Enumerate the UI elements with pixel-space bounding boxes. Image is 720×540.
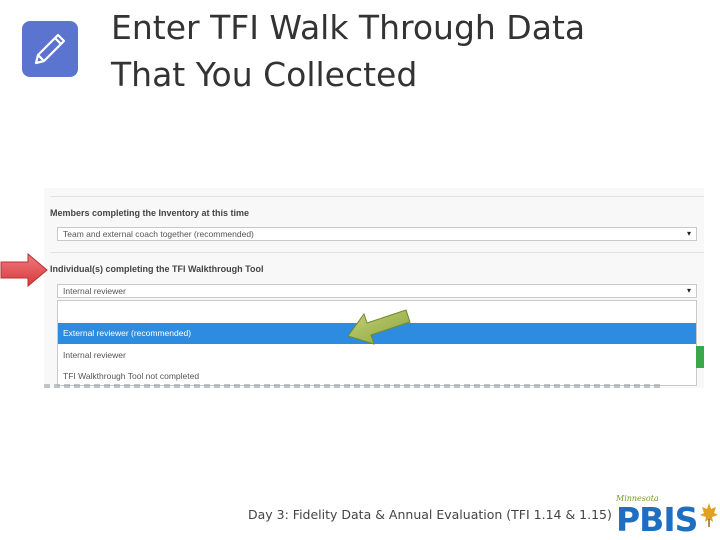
option-internal-reviewer[interactable]: Internal reviewer: [58, 345, 696, 366]
green-arrow-icon: [347, 309, 411, 345]
logo-word: PBIS: [616, 500, 698, 539]
slide-title-line-2: That You Collected: [111, 55, 418, 94]
maple-leaf-icon: [700, 503, 718, 527]
slide-title: Enter TFI Walk Through Data That You Col…: [111, 4, 701, 98]
individual-label: Individual(s) completing the TFI Walkthr…: [50, 264, 264, 274]
members-label: Members completing the Inventory at this…: [50, 208, 250, 218]
red-arrow-icon: [0, 252, 48, 288]
divider: [50, 252, 704, 253]
members-select-value: Team and external coach together (recomm…: [63, 229, 254, 239]
slide-title-line-1: Enter TFI Walk Through Data: [111, 8, 586, 47]
pencil-icon: [22, 21, 78, 77]
submit-button-edge[interactable]: [696, 346, 704, 368]
footer-caption: Day 3: Fidelity Data & Annual Evaluation…: [248, 507, 612, 522]
pbis-logo: Minnesota PBIS: [612, 494, 720, 540]
chevron-down-icon: ▾: [686, 229, 691, 238]
form-screenshot: Members completing the Inventory at this…: [44, 188, 704, 388]
members-select[interactable]: Team and external coach together (recomm…: [57, 227, 697, 241]
individual-select-value: Internal reviewer: [63, 286, 126, 296]
chevron-down-icon: ▾: [686, 286, 691, 295]
individual-select[interactable]: Internal reviewer ▾: [57, 284, 697, 298]
blurred-footnote: [44, 384, 664, 388]
divider: [50, 196, 704, 197]
